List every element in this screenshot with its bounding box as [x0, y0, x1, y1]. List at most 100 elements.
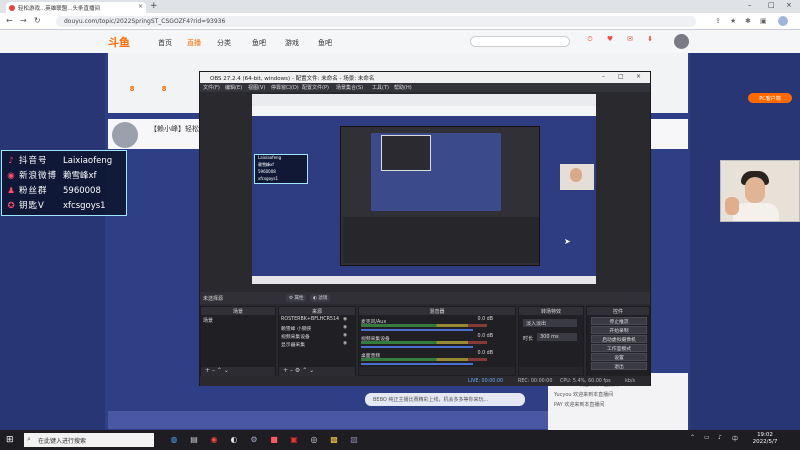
nav-home[interactable]: 首页 [158, 38, 172, 48]
taskbar-search[interactable]: ⌕ 在此键入进行搜索 [24, 433, 154, 447]
transition-select[interactable]: 淡入淡出 [523, 319, 577, 327]
maximize-icon[interactable]: □ [768, 1, 775, 9]
menu-profile[interactable]: 配置文件(P) [302, 84, 329, 91]
forward-icon[interactable]: → [20, 16, 27, 25]
obs-maximize-icon[interactable]: □ [618, 73, 624, 80]
pc-client-chip[interactable]: PC客户端 [748, 93, 792, 103]
overlay-row-weibo: ◉ 新浪微博 赖雪峰xf [7, 171, 97, 181]
preview-social-overlay: Laixiaofeng 赖雪峰xf 5960008 xfcsgoys1 [254, 154, 308, 184]
new-tab-icon[interactable]: + [150, 1, 158, 11]
nav-category[interactable]: 分类 [217, 38, 231, 48]
menu-view[interactable]: 视图(V) [248, 84, 265, 91]
visibility-eye-icon[interactable]: ◉ [343, 317, 347, 322]
site-search-input[interactable] [470, 36, 570, 47]
download-icon[interactable]: ⬇ [644, 35, 656, 43]
app-icon[interactable]: ▣ [288, 434, 300, 446]
app-icon[interactable]: ■ [268, 434, 280, 446]
streamer-avatar[interactable] [112, 122, 138, 148]
weibo-app-icon[interactable]: ◉ [208, 434, 220, 446]
share-icon[interactable]: ⇪ [715, 17, 721, 25]
url-field[interactable]: douyu.com/topic/2022SpringST_CSGOZF4?rid… [56, 16, 696, 27]
filters-button[interactable]: ◐ 滤镜 [310, 294, 331, 302]
remove-source-icon[interactable]: – [290, 367, 293, 374]
transitions-dock: 转场特效 淡入淡出 时长 300 ms [518, 306, 584, 376]
source-settings-icon[interactable]: ⚙ [295, 367, 300, 374]
sidebar-icon[interactable]: ▣ [760, 17, 767, 25]
follow-icon[interactable]: ♥ [604, 35, 616, 43]
browser-tab[interactable]: 轻松游戏...英雄联盟...头条直播间 × [6, 2, 146, 13]
reload-icon[interactable]: ↻ [34, 16, 41, 25]
volume-slider[interactable] [361, 363, 473, 365]
move-up-icon[interactable]: ⌃ [217, 367, 222, 374]
ime-icon[interactable]: 中 [732, 434, 738, 443]
history-icon[interactable]: ⏲ [584, 35, 596, 44]
stop-streaming-button[interactable]: 停止推流 [591, 317, 647, 325]
key-icon: ✪ [7, 201, 15, 211]
scene-item[interactable]: 场景 [203, 317, 213, 324]
menu-edit[interactable]: 编辑(E) [225, 84, 242, 91]
nav-live[interactable]: 直播 [187, 38, 201, 48]
profile-avatar[interactable] [778, 16, 788, 26]
properties-button[interactable]: ⚙ 属性 [286, 294, 307, 302]
obs-app-icon[interactable]: ◎ [308, 434, 320, 446]
steam-icon[interactable]: ⚙ [248, 434, 260, 446]
menu-file[interactable]: 文件(F) [203, 84, 220, 91]
bookmark-star-icon[interactable]: ★ [730, 17, 736, 25]
obs-preview[interactable]: Laixiaofeng 赖雪峰xf 5960008 xfcsgoys1 [252, 94, 596, 284]
menu-scene-collection[interactable]: 场景集合(S) [336, 84, 363, 91]
obs-title-bar: OBS 27.2.4 (64-bit, windows) - 配置文件: 未命名… [200, 72, 650, 83]
source-item[interactable]: 视频采集设备 ◉ [281, 333, 347, 340]
duration-input[interactable]: 300 ms [537, 333, 577, 341]
controls-dock-title: 控件 [587, 307, 649, 315]
nav-game[interactable]: 游戏 [285, 38, 299, 48]
visibility-eye-icon[interactable]: ◉ [343, 341, 347, 346]
exit-button[interactable]: 退出 [591, 362, 647, 370]
remove-scene-icon[interactable]: – [212, 367, 215, 374]
nav-fishbar-2[interactable]: 鱼吧 [318, 38, 332, 48]
app-icon[interactable]: ▩ [328, 434, 340, 446]
move-down-icon[interactable]: ⌄ [224, 367, 229, 374]
source-item[interactable]: 赖雪峰 小钢侠 ◉ [281, 325, 347, 332]
menu-tools[interactable]: 工具(T) [372, 84, 389, 91]
volume-slider[interactable] [361, 346, 473, 348]
obs-minimize-icon[interactable]: – [602, 73, 605, 80]
network-icon[interactable]: ▭ [704, 434, 710, 441]
volume-icon[interactable]: ♪ [718, 434, 722, 441]
gift-icon[interactable]: ✉ [624, 35, 636, 43]
start-virtual-camera-button[interactable]: 启动虚拟摄像机 [591, 335, 647, 343]
start-recording-button[interactable]: 开始录制 [591, 326, 647, 334]
file-explorer-icon[interactable]: ▤ [188, 434, 200, 446]
source-item[interactable]: 显示器采集 ◉ [281, 341, 347, 348]
menu-help[interactable]: 帮助(H) [394, 84, 412, 91]
edge-icon[interactable]: ◐ [228, 434, 240, 446]
studio-mode-button[interactable]: 工作室模式 [591, 344, 647, 352]
settings-button[interactable]: 设置 [591, 353, 647, 361]
app-icon[interactable]: ▧ [348, 434, 360, 446]
minimize-icon[interactable]: – [748, 1, 752, 9]
extension-icon[interactable]: ✱ [745, 17, 751, 25]
tray-chevron-icon[interactable]: ⌃ [690, 434, 695, 441]
add-scene-icon[interactable]: + [205, 367, 210, 374]
move-down-icon[interactable]: ⌄ [309, 367, 314, 374]
douyu-logo[interactable]: 斗鱼 [108, 34, 130, 50]
obs-source-toolbar: 未选择源 ⚙ 属性 ◐ 滤镜 [200, 292, 650, 304]
preview-taskbar [252, 276, 596, 284]
close-tab-icon[interactable]: × [138, 3, 143, 10]
visibility-eye-icon[interactable]: ◉ [343, 325, 347, 330]
back-icon[interactable]: ← [6, 16, 13, 25]
move-up-icon[interactable]: ⌃ [302, 367, 307, 374]
volume-slider[interactable] [361, 329, 473, 331]
windows-start-icon[interactable]: ⊞ [6, 435, 14, 445]
visibility-eye-icon[interactable]: ◉ [343, 333, 347, 338]
obs-close-icon[interactable]: × [636, 73, 641, 80]
add-source-icon[interactable]: + [283, 367, 288, 374]
promo-banner[interactable]: BEBO 纯正主播比赛精彩上线，机会多多等你来玩... [365, 393, 525, 406]
chrome-icon[interactable]: ◍ [168, 434, 180, 446]
close-window-icon[interactable]: × [786, 1, 792, 9]
user-avatar[interactable] [674, 34, 689, 49]
taskbar-clock[interactable]: 19:02 2022/5/7 [750, 432, 780, 446]
source-item[interactable]: ROSTERBK+BFLHCR514 ◉ [281, 317, 347, 322]
nav-fishbar[interactable]: 鱼吧 [252, 38, 266, 48]
menu-docks[interactable]: 停靠窗口(D) [271, 84, 299, 91]
preview-browser-chrome [252, 94, 596, 106]
